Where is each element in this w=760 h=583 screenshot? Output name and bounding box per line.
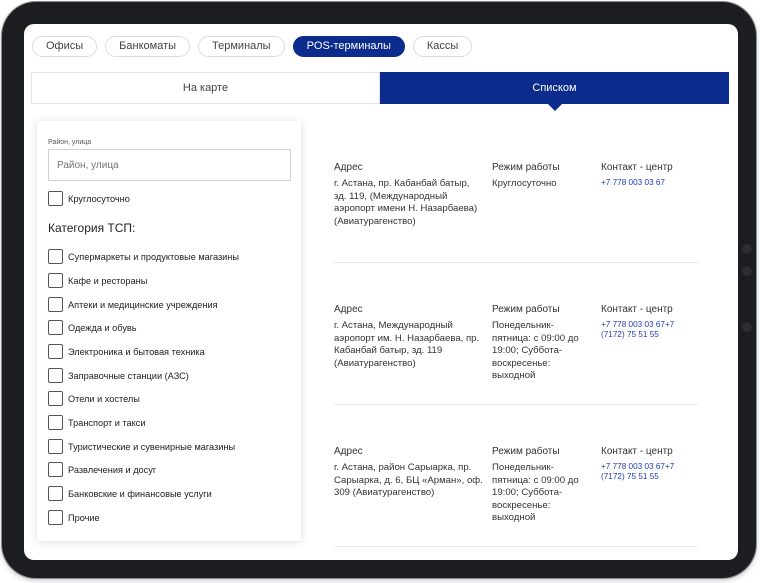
tab-offices[interactable]: Офисы <box>32 36 98 57</box>
category-checkbox[interactable] <box>48 391 63 406</box>
phone-link[interactable]: +7 778 003 03 67+7 (7172) 75 51 55 <box>601 320 698 340</box>
round-the-clock-option[interactable]: Круглосуточно <box>48 191 130 206</box>
category-checkbox[interactable] <box>48 344 63 359</box>
tablet-frame: Офисы Банкоматы Терминалы POS-терминалы … <box>2 2 756 578</box>
category-checkbox[interactable] <box>48 462 63 477</box>
category-option[interactable]: Транспорт и такси <box>48 415 145 430</box>
view-switch: На карте Списком <box>31 72 729 111</box>
tab-terminals[interactable]: Терминалы <box>198 36 285 57</box>
category-label: Развлечения и досуг <box>68 464 157 475</box>
sensor-dot <box>742 266 752 276</box>
address-header: Адрес <box>334 446 363 457</box>
map-view-button[interactable]: На карте <box>31 72 380 104</box>
hours-value: Понедельник-пятница: с 09:00 до 19:00; С… <box>492 462 579 523</box>
tab-atms[interactable]: Банкоматы <box>105 36 191 57</box>
category-checkbox[interactable] <box>48 439 63 454</box>
category-checkbox[interactable] <box>48 415 63 430</box>
category-label: Прочие <box>68 512 100 523</box>
hours-header: Режим работы <box>492 446 560 457</box>
search-label: Район, улица <box>48 139 92 146</box>
category-option[interactable]: Аптеки и медицинские учреждения <box>48 297 218 312</box>
category-option[interactable]: Прочие <box>48 510 100 525</box>
divider <box>334 404 698 405</box>
category-option[interactable]: Развлечения и досуг <box>48 462 156 477</box>
category-label: Супермаркеты и продуктовые магазины <box>68 251 239 262</box>
category-option[interactable]: Кафе и рестораны <box>48 273 147 288</box>
round-the-clock-checkbox[interactable] <box>48 191 63 206</box>
category-option[interactable]: Отели и хостелы <box>48 391 140 406</box>
hours-header: Режим работы <box>492 162 560 173</box>
category-option[interactable]: Одежда и обувь <box>48 320 137 335</box>
camera-dot <box>742 244 752 254</box>
address-header: Адрес <box>334 162 363 173</box>
category-option[interactable]: Банковские и финансовые услуги <box>48 486 212 501</box>
address-value: г. Астана, Международный аэропорт им. Н.… <box>334 320 480 369</box>
category-option[interactable]: Супермаркеты и продуктовые магазины <box>48 249 239 264</box>
address-value: г. Астана, пр. Кабанбай батыр, зд. 119, … <box>334 178 478 227</box>
contact-header: Контакт - центр <box>601 162 673 173</box>
category-label: Кафе и рестораны <box>68 275 148 286</box>
category-checkbox[interactable] <box>48 320 63 335</box>
hours-value: Понедельник-пятница: с 09:00 до 19:00; С… <box>492 320 579 381</box>
category-label: Отели и хостелы <box>68 393 140 404</box>
category-label: Заправочные станции (АЗС) <box>68 370 189 381</box>
category-checkbox[interactable] <box>48 486 63 501</box>
round-the-clock-label: Круглосуточно <box>68 193 130 204</box>
category-label: Транспорт и такси <box>68 417 146 428</box>
category-checkbox[interactable] <box>48 249 63 264</box>
category-option[interactable]: Туристические и сувенирные магазины <box>48 439 235 454</box>
address-header: Адрес <box>334 304 363 315</box>
contact-header: Контакт - центр <box>601 304 673 315</box>
category-label: Банковские и финансовые услуги <box>68 488 212 499</box>
divider <box>334 262 698 263</box>
address-value: г. Астана, район Сарыарка, пр. Сарыарка,… <box>334 462 483 498</box>
contact-header: Контакт - центр <box>601 446 673 457</box>
category-checkbox[interactable] <box>48 368 63 383</box>
category-checkbox[interactable] <box>48 297 63 312</box>
hours-header: Режим работы <box>492 304 560 315</box>
hours-value: Круглосуточно <box>492 178 557 189</box>
category-label: Аптеки и медицинские учреждения <box>68 299 218 310</box>
phone-link[interactable]: +7 778 003 03 67+7 (7172) 75 51 55 <box>601 462 698 482</box>
phone-link[interactable]: +7 778 003 03 67 <box>601 178 698 188</box>
category-title: Категория ТСП: <box>48 221 136 235</box>
category-label: Электроника и бытовая техника <box>68 346 205 357</box>
category-checkbox[interactable] <box>48 273 63 288</box>
tab-pos-terminals[interactable]: POS-терминалы <box>292 36 405 57</box>
category-tabs: Офисы Банкоматы Терминалы POS-терминалы … <box>32 36 473 57</box>
category-checkbox[interactable] <box>48 510 63 525</box>
category-option[interactable]: Электроника и бытовая техника <box>48 344 205 359</box>
side-button <box>742 322 752 332</box>
filter-panel: Район, улица Круглосуточно Категория ТСП… <box>37 121 301 541</box>
tab-cash-desks[interactable]: Кассы <box>412 36 473 57</box>
search-input[interactable] <box>48 149 291 181</box>
divider <box>334 546 698 547</box>
category-label: Туристические и сувенирные магазины <box>68 441 236 452</box>
category-option[interactable]: Заправочные станции (АЗС) <box>48 368 189 383</box>
category-label: Одежда и обувь <box>68 322 137 333</box>
app-screen: Офисы Банкоматы Терминалы POS-терминалы … <box>24 24 738 560</box>
list-view-button[interactable]: Списком <box>380 72 729 111</box>
